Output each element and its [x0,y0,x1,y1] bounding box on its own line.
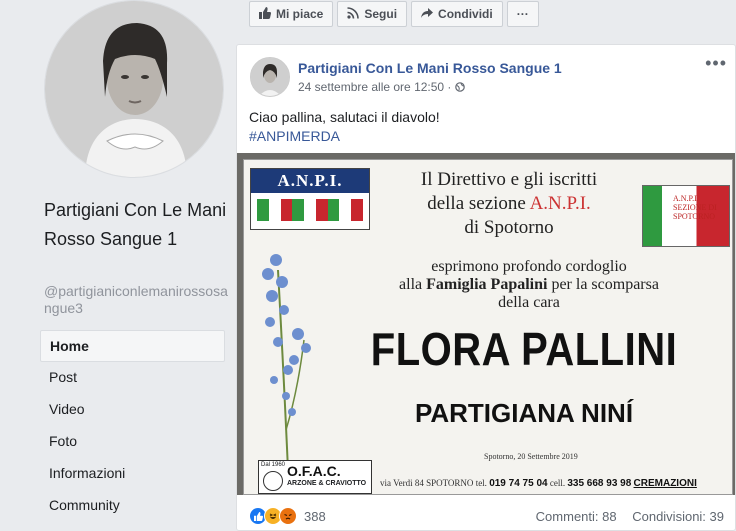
ofac-logo: Dal 1960 O.F.A.C. ARZONE & CRAVIOTTO [258,460,372,494]
like-page-button[interactable]: Mi piace [249,1,334,27]
flower-decoration [262,254,311,470]
post-author-name[interactable]: Partigiani Con Le Mani Rosso Sangue 1 [298,60,562,76]
deceased-subtitle: PARTIGIANA NINÍ [414,398,634,428]
more-options-label: ··· [516,7,529,21]
anpi-flag-strip [257,199,364,221]
notice-body: esprimono profondo cordoglio alla Famigl… [354,258,704,312]
condolence-notice: A.N.P.I. Il Direttivo e gli iscritti del… [243,159,733,495]
share-page-button[interactable]: Condividi [411,1,503,27]
post-image[interactable]: A.N.P.I. Il Direttivo e gli iscritti del… [237,153,735,495]
follow-label: Segui [364,7,398,21]
share-arrow-icon [421,7,434,22]
more-options-button[interactable]: ··· [506,1,539,27]
angry-reaction-icon [279,507,297,525]
sidebar-nav: Home Post Video Foto Informazioni Commun… [40,330,225,522]
ofac-badge-icon [263,471,283,491]
sidebar: Partigiani Con Le Mani Rosso Sangue 1 @p… [0,0,236,531]
sidebar-item-community[interactable]: Community [40,490,225,522]
ofac-name: O.F.A.C. [287,463,341,479]
notice-heading: Il Direttivo e gli iscritti della sezion… [374,168,644,240]
ofac-contact: via Verdi 84 SPOTORNO tel. 019 74 75 04 … [380,478,697,489]
ofac-subtitle: ARZONE & CRAVIOTTO [287,480,367,487]
page-title: Partigiani Con Le Mani Rosso Sangue 1 [44,200,227,249]
comments-count[interactable]: Commenti: 88 [536,509,617,524]
notice-heading-line-3: di Spotorno [464,217,554,238]
anpi-logo: A.N.P.I. [250,168,370,230]
reactions-summary[interactable]: 388 [249,507,326,525]
deceased-name: FLORA PALLINI [370,324,678,376]
rss-icon [347,6,360,22]
page-actions-bar: Mi piace Segui Condividi ··· [249,1,539,28]
sidebar-item-post[interactable]: Post [40,362,225,394]
post-author-avatar[interactable] [250,57,290,97]
notice-body-line-2: alla Famiglia Papalini per la scomparsa [399,276,659,293]
notice-heading-line-1: Il Direttivo e gli iscritti [420,169,598,190]
notice-heading-line-2: della sezione A.N.P.I. [427,193,591,214]
post-more-button[interactable]: ••• [705,53,727,74]
sidebar-item-informazioni[interactable]: Informazioni [40,458,225,490]
share-page-label: Condividi [438,7,493,21]
thumbs-up-icon [259,6,271,22]
like-page-label: Mi piace [276,7,324,21]
page-avatar[interactable] [44,0,224,178]
ofac-year: Dal 1960 [261,462,286,468]
post-text: Ciao pallina, salutaci il diavolo! #ANPI… [249,108,440,146]
sidebar-item-foto[interactable]: Foto [40,426,225,458]
anpi-logo-text: A.N.P.I. [251,169,369,193]
globe-icon [454,80,465,94]
sidebar-item-home[interactable]: Home [40,330,225,362]
notice-body-line-1: esprimono profondo cordoglio [431,258,627,275]
post-author-avatar-photo [251,58,289,96]
notice-body-line-3: della cara [498,294,560,311]
post-card: Partigiani Con Le Mani Rosso Sangue 1 24… [236,44,736,531]
shares-count[interactable]: Condivisioni: 39 [632,509,724,524]
post-time: 24 settembre alle ore 12:50 · [298,80,452,94]
anpi-flag-photo: A.N.P.I. SEZIONE DI SPOTORNO [642,185,730,247]
post-hashtag[interactable]: #ANPIMERDA [249,127,440,146]
notice-date: Spotorno, 20 Settembre 2019 [484,452,578,461]
reactions-count: 388 [304,508,326,524]
post-timestamp[interactable]: 24 settembre alle ore 12:50 · [298,80,465,94]
post-stats: Commenti: 88 Condivisioni: 39 [536,509,724,524]
page-handle[interactable]: @partigianiconlemanirossosangue3 [44,283,228,317]
page-avatar-photo [45,1,223,177]
follow-button[interactable]: Segui [337,1,408,27]
sidebar-item-video[interactable]: Video [40,394,225,426]
post-message: Ciao pallina, salutaci il diavolo! [249,109,440,125]
